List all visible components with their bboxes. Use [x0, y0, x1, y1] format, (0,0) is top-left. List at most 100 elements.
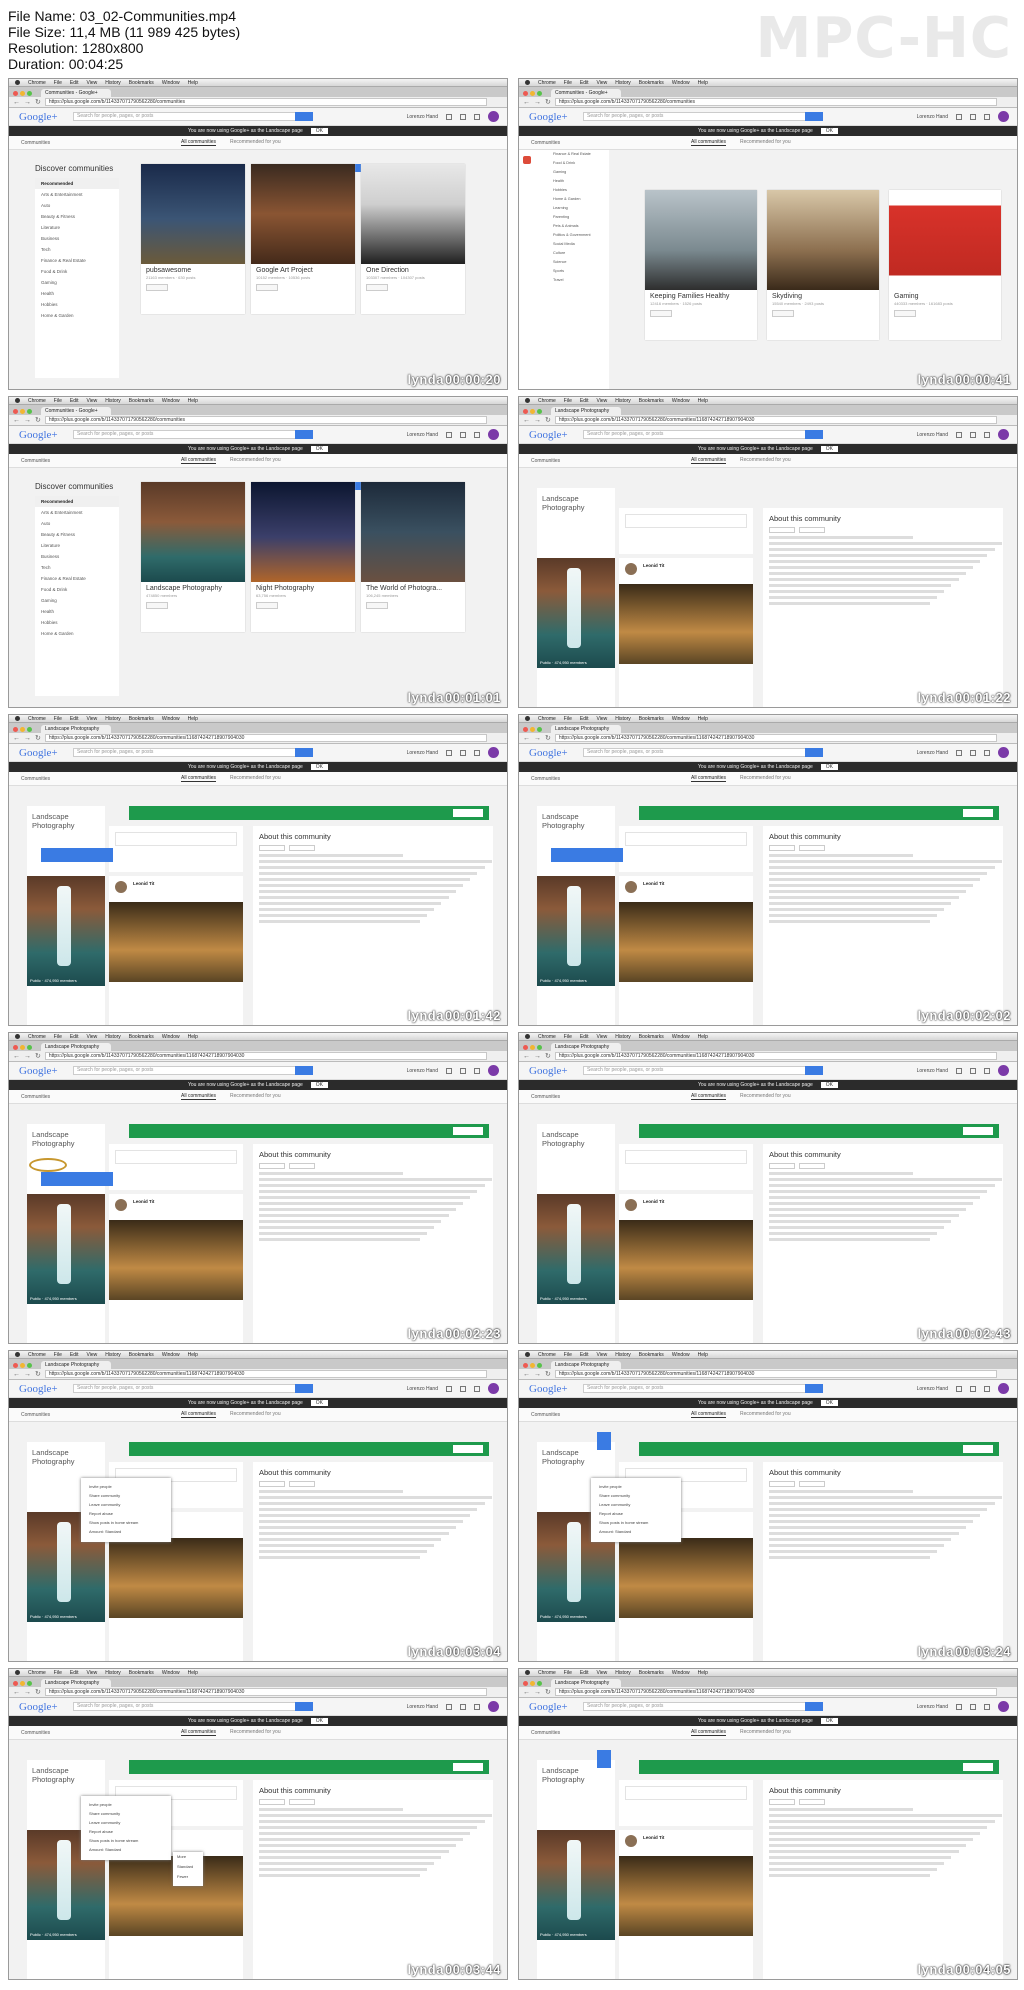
- menu-item[interactable]: Amount: Standard: [81, 1845, 171, 1854]
- bell-icon[interactable]: [460, 431, 466, 438]
- browser-tab[interactable]: Communities - Google+: [41, 89, 111, 97]
- notice-ok-button[interactable]: OK: [310, 128, 328, 134]
- browser-tab[interactable]: Landscape Photography: [551, 725, 621, 733]
- invite-people-button[interactable]: [769, 1481, 795, 1487]
- menu-item[interactable]: Share community: [591, 1491, 681, 1500]
- notice-ok-button[interactable]: OK: [310, 764, 328, 770]
- tab-all-communities[interactable]: All communities: [691, 1411, 727, 1418]
- video-frame-thumbnail[interactable]: Chrome File Edit View History Bookmarks Window…: [8, 714, 508, 1026]
- all-posts-link[interactable]: [27, 1635, 105, 1644]
- forward-arrow-icon[interactable]: →: [24, 735, 31, 742]
- tab-all-communities[interactable]: All communities: [691, 1729, 727, 1736]
- search-input[interactable]: Search for people, pages, or posts: [73, 748, 313, 757]
- category-item[interactable]: Learning: [549, 204, 609, 213]
- forward-arrow-icon[interactable]: →: [24, 417, 31, 424]
- tab-recommended[interactable]: Recommended for you: [740, 457, 791, 464]
- share-community-button[interactable]: [289, 845, 315, 851]
- search-community-link[interactable]: [537, 1944, 615, 1953]
- back-arrow-icon[interactable]: ←: [523, 99, 530, 106]
- forward-arrow-icon[interactable]: →: [534, 417, 541, 424]
- notice-ok-button[interactable]: OK: [820, 1400, 838, 1406]
- avatar[interactable]: [488, 111, 499, 122]
- join-button[interactable]: [650, 310, 672, 317]
- communities-dropdown[interactable]: Communities: [21, 1094, 61, 1100]
- all-posts-link[interactable]: [537, 999, 615, 1008]
- reload-icon[interactable]: ↻: [545, 1688, 551, 1696]
- tab-recommended[interactable]: Recommended for you: [230, 139, 281, 146]
- category-item[interactable]: Recommended: [35, 496, 119, 507]
- apps-icon[interactable]: [446, 113, 452, 120]
- apps-icon[interactable]: [956, 749, 962, 756]
- avatar[interactable]: [998, 111, 1009, 122]
- share-icon[interactable]: [474, 1703, 480, 1710]
- category-item[interactable]: Business: [35, 551, 119, 562]
- search-community-link[interactable]: [27, 1308, 105, 1317]
- video-frame-thumbnail[interactable]: Chrome File Edit View History Bookmarks Window…: [518, 714, 1018, 1026]
- back-arrow-icon[interactable]: ←: [523, 1689, 530, 1696]
- back-arrow-icon[interactable]: ←: [13, 99, 20, 106]
- menu-item[interactable]: Show posts in home stream: [81, 1518, 171, 1527]
- share-community-button[interactable]: [799, 1799, 825, 1805]
- category-item[interactable]: Health: [35, 606, 119, 617]
- communities-dropdown[interactable]: Communities: [21, 1412, 61, 1418]
- category-item[interactable]: Hobbies: [549, 186, 609, 195]
- notice-ok-button[interactable]: OK: [820, 446, 838, 452]
- submenu-item[interactable]: Fewer: [173, 1872, 203, 1882]
- avatar[interactable]: [488, 747, 499, 758]
- category-item[interactable]: Home & Garden: [549, 195, 609, 204]
- share-icon[interactable]: [984, 1703, 990, 1710]
- back-arrow-icon[interactable]: ←: [523, 417, 530, 424]
- community-card[interactable]: pubsawesome 21163 members · 630 posts: [141, 164, 245, 314]
- menu-item[interactable]: Leave community: [81, 1818, 171, 1827]
- tab-recommended[interactable]: Recommended for you: [230, 1093, 281, 1100]
- tab-all-communities[interactable]: All communities: [181, 1411, 217, 1418]
- share-icon[interactable]: [984, 431, 990, 438]
- category-item[interactable]: Auto: [35, 518, 119, 529]
- share-community-button[interactable]: [289, 1799, 315, 1805]
- category-item[interactable]: Tech: [35, 562, 119, 573]
- notice-ok-button[interactable]: OK: [820, 1718, 838, 1724]
- category-item[interactable]: Gaming: [35, 277, 119, 288]
- browser-tab[interactable]: Landscape Photography: [41, 1361, 111, 1369]
- join-button[interactable]: [366, 602, 388, 609]
- invite-people-button[interactable]: [259, 1163, 285, 1169]
- url-field[interactable]: https://plus.google.com/b/11433707179056…: [554, 416, 997, 424]
- category-item[interactable]: Hobbies: [35, 299, 119, 310]
- category-item[interactable]: Culture: [549, 249, 609, 258]
- tab-all-communities[interactable]: All communities: [181, 457, 217, 464]
- url-field[interactable]: https://plus.google.com/b/11433707179056…: [554, 734, 997, 742]
- all-posts-link[interactable]: [27, 1953, 105, 1962]
- avatar[interactable]: [488, 1065, 499, 1076]
- browser-tab[interactable]: Landscape Photography: [551, 1361, 621, 1369]
- reload-icon[interactable]: ↻: [545, 734, 551, 742]
- video-frame-thumbnail[interactable]: Chrome File Edit View History Bookmarks Window…: [8, 1350, 508, 1662]
- url-field[interactable]: https://plus.google.com/b/11433707179056…: [554, 1688, 997, 1696]
- share-community-button[interactable]: [289, 1481, 315, 1487]
- bell-icon[interactable]: [460, 1067, 466, 1074]
- community-card[interactable]: Skydiving 15540 members · 2493 posts: [767, 190, 879, 340]
- reload-icon[interactable]: ↻: [545, 98, 551, 106]
- search-community-link[interactable]: [537, 1626, 615, 1635]
- apps-icon[interactable]: [446, 1067, 452, 1074]
- reload-icon[interactable]: ↻: [35, 1052, 41, 1060]
- avatar[interactable]: [998, 1383, 1009, 1394]
- back-arrow-icon[interactable]: ←: [523, 1371, 530, 1378]
- category-item[interactable]: Sports: [549, 267, 609, 276]
- menu-item[interactable]: Leave community: [81, 1500, 171, 1509]
- category-item[interactable]: Health: [35, 288, 119, 299]
- tab-recommended[interactable]: Recommended for you: [230, 775, 281, 782]
- url-field[interactable]: https://plus.google.com/b/11433707179056…: [554, 1370, 997, 1378]
- search-input[interactable]: Search for people, pages, or posts: [583, 748, 823, 757]
- reload-icon[interactable]: ↻: [35, 1688, 41, 1696]
- url-field[interactable]: https://plus.google.com/b/11433707179056…: [554, 98, 997, 106]
- forward-arrow-icon[interactable]: →: [534, 1689, 541, 1696]
- share-icon[interactable]: [474, 1385, 480, 1392]
- search-input[interactable]: Search for people, pages, or posts: [73, 1702, 313, 1711]
- share-community-button[interactable]: [799, 527, 825, 533]
- category-item[interactable]: Tech: [35, 244, 119, 255]
- search-community-link[interactable]: [27, 1944, 105, 1953]
- url-field[interactable]: https://plus.google.com/b/11433707179056…: [44, 416, 487, 424]
- browser-tab[interactable]: Landscape Photography: [551, 1043, 621, 1051]
- share-icon[interactable]: [984, 1067, 990, 1074]
- tab-all-communities[interactable]: All communities: [691, 139, 727, 146]
